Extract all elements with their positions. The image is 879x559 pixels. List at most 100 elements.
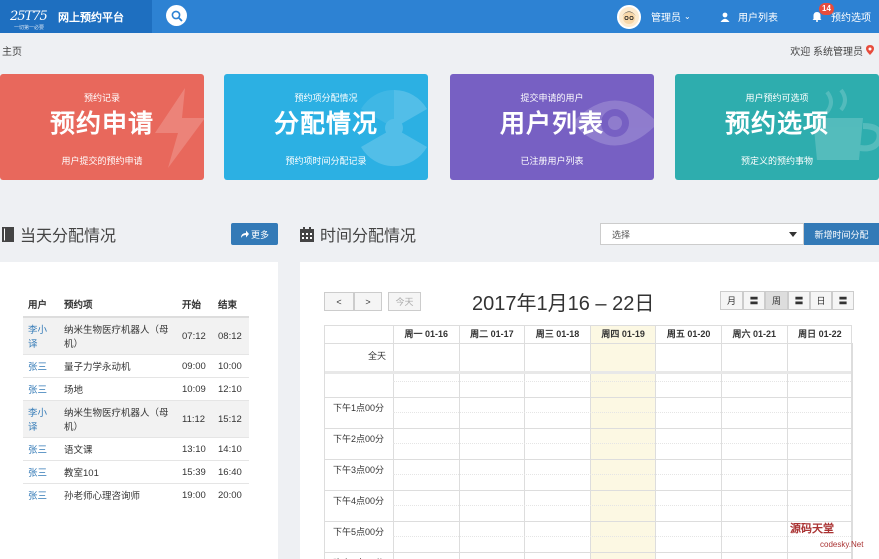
day-header: 周三 01-18 [524,326,590,343]
grid-line [393,343,394,559]
day-header: 周六 01-21 [721,326,787,343]
list-icon[interactable]: 〓 [832,291,854,310]
cell-user[interactable]: 张三 [23,437,59,461]
view-week-button[interactable]: 周 [765,291,788,310]
time-slot-label: 下午4点00分 [333,496,385,506]
share-icon [240,230,249,238]
cell-user[interactable]: 张三 [23,354,59,378]
brand[interactable]: 25T75 一切第一必要 网上预约平台 [0,0,152,33]
cell-user[interactable]: 李小译 [23,400,59,438]
time-slot-label: 下午5点00分 [333,527,385,537]
prev-week-button[interactable]: < [324,292,354,311]
cell-item: 量子力学永动机 [59,354,177,378]
cell-start: 15:39 [177,460,213,484]
table-row: 张三 语文课 13:10 14:10 [23,437,249,461]
avatar [617,4,641,29]
day-header: 周日 01-22 [786,326,853,343]
top-navbar: 25T75 一切第一必要 网上预约平台 管理员 ⌄ 用户列表 预约选项 14 [0,0,879,33]
breadcrumb: 主页 欢迎 系统管理员 [0,34,879,66]
grid-line [325,396,851,398]
today-table: 用户 预约项 开始 结束 李小译 纳米生物医疗机器人（母机） 07:12 08:12 张… [23,292,249,506]
day-header: 周四 01-19 [589,326,656,343]
cell-start: 11:12 [177,400,213,438]
grid-line [325,427,851,429]
user-menu[interactable]: 管理员 ⌄ [617,0,691,33]
grid-line [589,343,591,559]
today-button[interactable]: 今天 [388,292,421,311]
all-day-divider [325,371,851,374]
calendar-icon [300,226,314,242]
chevron-down-icon: ⌄ [684,12,691,21]
day-header: 周五 01-20 [655,326,721,343]
grid-line [393,505,851,506]
grid-line [325,489,851,491]
grid-line [393,536,851,537]
time-slot-label: 下午3点00分 [333,465,385,475]
breadcrumb-home[interactable]: 主页 [2,43,22,58]
add-allocation-button[interactable]: 新增时间分配 [804,223,879,245]
cell-end: 15:12 [213,400,249,438]
all-day-label: 全天 [368,351,387,361]
grid-line [325,343,851,344]
cell-user[interactable]: 李小译 [23,316,59,355]
grid-line [655,343,657,559]
cell-user[interactable]: 张三 [23,377,59,401]
tile-appointment-options[interactable]: 用户预约可选项 预约选项 预定义的预约事物 [675,74,879,180]
search-button[interactable] [166,5,187,26]
tile-allocation[interactable]: 预约项分配情况 分配情况 预约项时间分配记录 [224,74,428,180]
cell-item: 纳米生物医疗机器人（母机） [59,316,177,355]
nav-user-list[interactable]: 用户列表 [720,0,778,33]
cell-end: 14:10 [213,437,249,461]
welcome-text: 欢迎 系统管理员 [790,43,877,58]
brand-title: 网上预约平台 [58,11,124,24]
next-week-button[interactable]: > [354,292,382,311]
grid-line [325,458,851,460]
cell-end: 12:10 [213,377,249,401]
cell-end: 10:00 [213,354,249,378]
table-row: 张三 教室101 15:39 16:40 [23,460,249,484]
list-icon[interactable]: 〓 [788,291,810,310]
day-header: 周一 01-16 [393,326,459,343]
view-month-button[interactable]: 月 [720,291,743,310]
calendar-panel-title: 时间分配情况 [300,222,416,246]
allocation-select[interactable]: 选择 [600,223,804,245]
time-slot-label: 下午1点00分 [333,403,385,413]
table-row: 张三 孙老师心理咨询师 19:00 20:00 [23,483,249,506]
cell-end: 08:12 [213,316,249,355]
cell-item: 语文课 [59,437,177,461]
cell-item: 孙老师心理咨询师 [59,483,177,506]
table-row: 李小译 纳米生物医疗机器人（母机） 07:12 08:12 [23,316,249,355]
caret-down-icon [789,232,797,237]
cell-start: 19:00 [177,483,213,506]
week-grid: 周一 01-16 周二 01-17 周三 01-18 周四 01-19 周五 01-20… [324,325,854,559]
book-icon [2,226,14,242]
cell-start: 10:09 [177,377,213,401]
tile-appointment-requests[interactable]: 预约记录 预约申请 用户提交的预约申请 [0,74,204,180]
cell-start: 07:12 [177,316,213,355]
grid-line [524,343,526,559]
table-row: 张三 量子力学永动机 09:00 10:00 [23,354,249,378]
list-icon[interactable]: 〓 [743,291,765,310]
grid-line [721,343,722,559]
location-pin-icon [866,45,874,55]
grid-line [786,343,788,559]
cell-user[interactable]: 张三 [23,460,59,484]
more-button[interactable]: 更多 [231,223,278,245]
grid-line [393,474,851,475]
today-panel-title: 当天分配情况 [2,222,116,246]
logo: 25T75 一切第一必要 [10,8,48,31]
cell-item: 场地 [59,377,177,401]
calendar-panel: < > 今天 2017年1月16 – 22日 月 〓 周 〓 日 〓 周一 01… [300,262,879,559]
grid-line [852,343,854,559]
grid-line [393,412,851,413]
cell-start: 13:10 [177,437,213,461]
cell-user[interactable]: 张三 [23,483,59,506]
tile-user-list[interactable]: 提交申请的用户 用户列表 已注册用户列表 [450,74,654,180]
user-label: 管理员 [651,13,681,24]
table-header: 用户 预约项 开始 结束 [23,292,249,318]
grid-line [325,551,851,553]
grid-line [325,520,851,522]
day-header: 周二 01-17 [458,326,525,343]
view-day-button[interactable]: 日 [810,291,832,310]
cell-item: 教室101 [59,460,177,484]
